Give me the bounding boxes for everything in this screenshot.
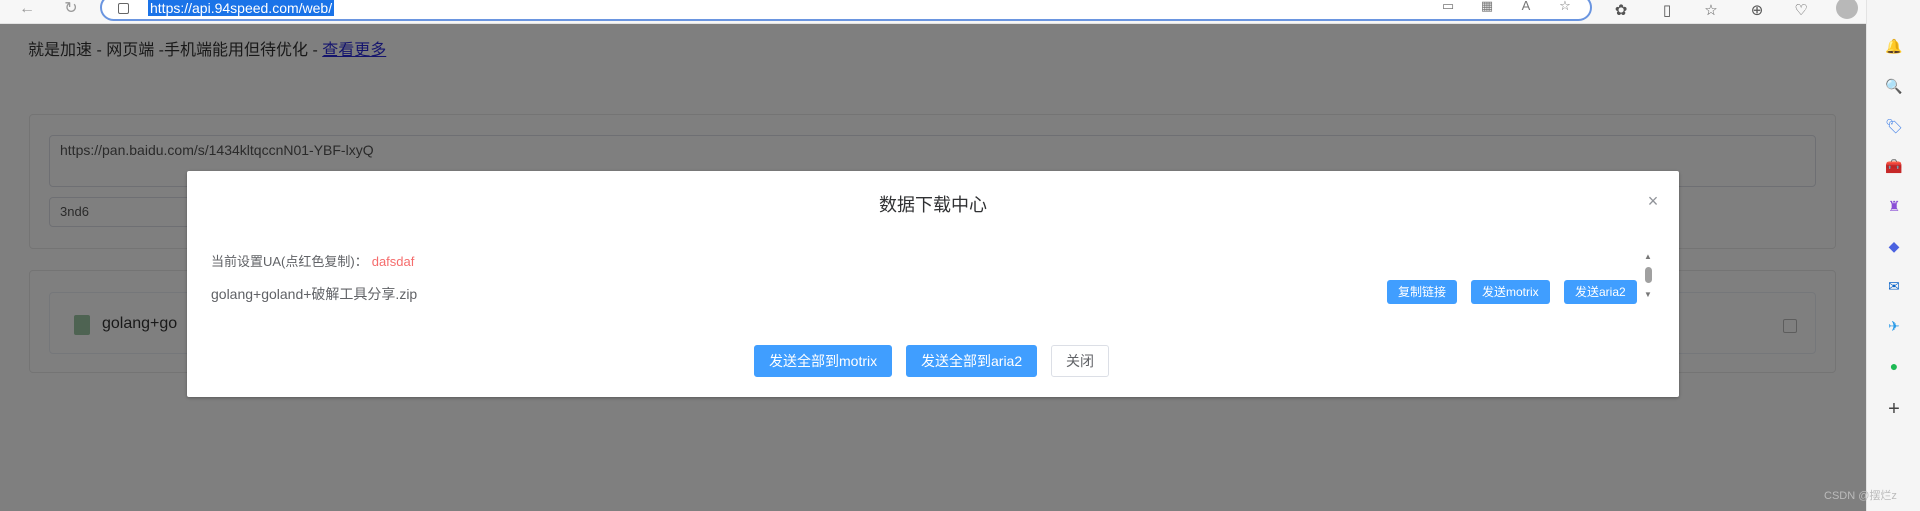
ua-setting: 当前设置UA(点红色复制)： dafsdaf xyxy=(211,251,414,270)
send-aria2-button[interactable]: 发送aria2 xyxy=(1564,280,1637,304)
read-aloud-icon[interactable]: ▭ xyxy=(1440,0,1456,13)
avatar[interactable] xyxy=(1836,0,1858,19)
download-file-name: golang+goland+破解工具分享.zip xyxy=(211,286,418,302)
dialog-title: 数据下载中心 xyxy=(879,195,987,215)
copy-link-button[interactable]: 复制链接 xyxy=(1387,280,1458,304)
url-text[interactable]: https://api.94speed.com/web/ xyxy=(148,0,335,16)
send-icon[interactable]: ✈ xyxy=(1885,317,1903,335)
ua-label: 当前设置UA(点红色复制)： xyxy=(211,254,368,269)
ua-value[interactable]: dafsdaf xyxy=(372,254,415,269)
search-icon[interactable]: 🔍 xyxy=(1885,77,1903,95)
outlook-icon[interactable]: ✉ xyxy=(1885,277,1903,295)
close-icon[interactable]: × xyxy=(1645,192,1661,210)
send-all-aria2-button[interactable]: 发送全部到aria2 xyxy=(906,345,1038,377)
scroll-thumb[interactable] xyxy=(1645,267,1652,283)
spotify-icon[interactable]: ● xyxy=(1885,357,1903,375)
browser-essentials-icon[interactable]: ♡ xyxy=(1792,2,1810,20)
lock-icon[interactable] xyxy=(118,3,129,14)
address-bar[interactable]: https://api.94speed.com/web/ ▭ ▦ A ☆ xyxy=(100,0,1592,21)
qr-code-icon[interactable]: ▦ xyxy=(1479,0,1495,13)
toolbox-icon[interactable]: 🧰 xyxy=(1885,157,1903,175)
split-screen-icon[interactable]: ▯ xyxy=(1658,2,1676,20)
close-button[interactable]: 关闭 xyxy=(1051,345,1109,377)
watermark: CSDN @摆烂z xyxy=(1824,490,1897,502)
back-arrow-icon[interactable]: ← xyxy=(16,0,38,22)
extensions-icon[interactable]: ✿ xyxy=(1612,2,1630,20)
bell-icon[interactable]: 🔔 xyxy=(1885,37,1903,55)
scrollbar[interactable]: ▲ ▼ xyxy=(1643,253,1653,299)
send-all-motrix-button[interactable]: 发送全部到motrix xyxy=(754,345,893,377)
send-motrix-button[interactable]: 发送motrix xyxy=(1471,280,1550,304)
download-center-dialog: 数据下载中心 × 当前设置UA(点红色复制)： dafsdaf golang+go… xyxy=(187,171,1679,397)
scroll-up-icon[interactable]: ▲ xyxy=(1643,253,1653,261)
chess-icon[interactable]: ♜ xyxy=(1885,197,1903,215)
text-size-icon[interactable]: A xyxy=(1518,0,1534,13)
star-icon[interactable]: ☆ xyxy=(1557,0,1573,13)
favorites-icon[interactable]: ☆ xyxy=(1702,2,1720,20)
copilot-icon[interactable]: ◆ xyxy=(1885,237,1903,255)
add-icon[interactable]: + xyxy=(1885,399,1903,419)
tag-icon[interactable]: 🏷 xyxy=(1885,117,1903,135)
browser-toolbar: ← ↻ https://api.94speed.com/web/ ▭ ▦ A ☆… xyxy=(0,0,1920,24)
scroll-down-icon[interactable]: ▼ xyxy=(1643,291,1653,299)
collections-icon[interactable]: ⊕ xyxy=(1748,2,1766,20)
refresh-icon[interactable]: ↻ xyxy=(60,0,82,22)
browser-sidebar: 🔔 🔍 🏷 🧰 ♜ ◆ ✉ ✈ ● + xyxy=(1866,0,1920,511)
